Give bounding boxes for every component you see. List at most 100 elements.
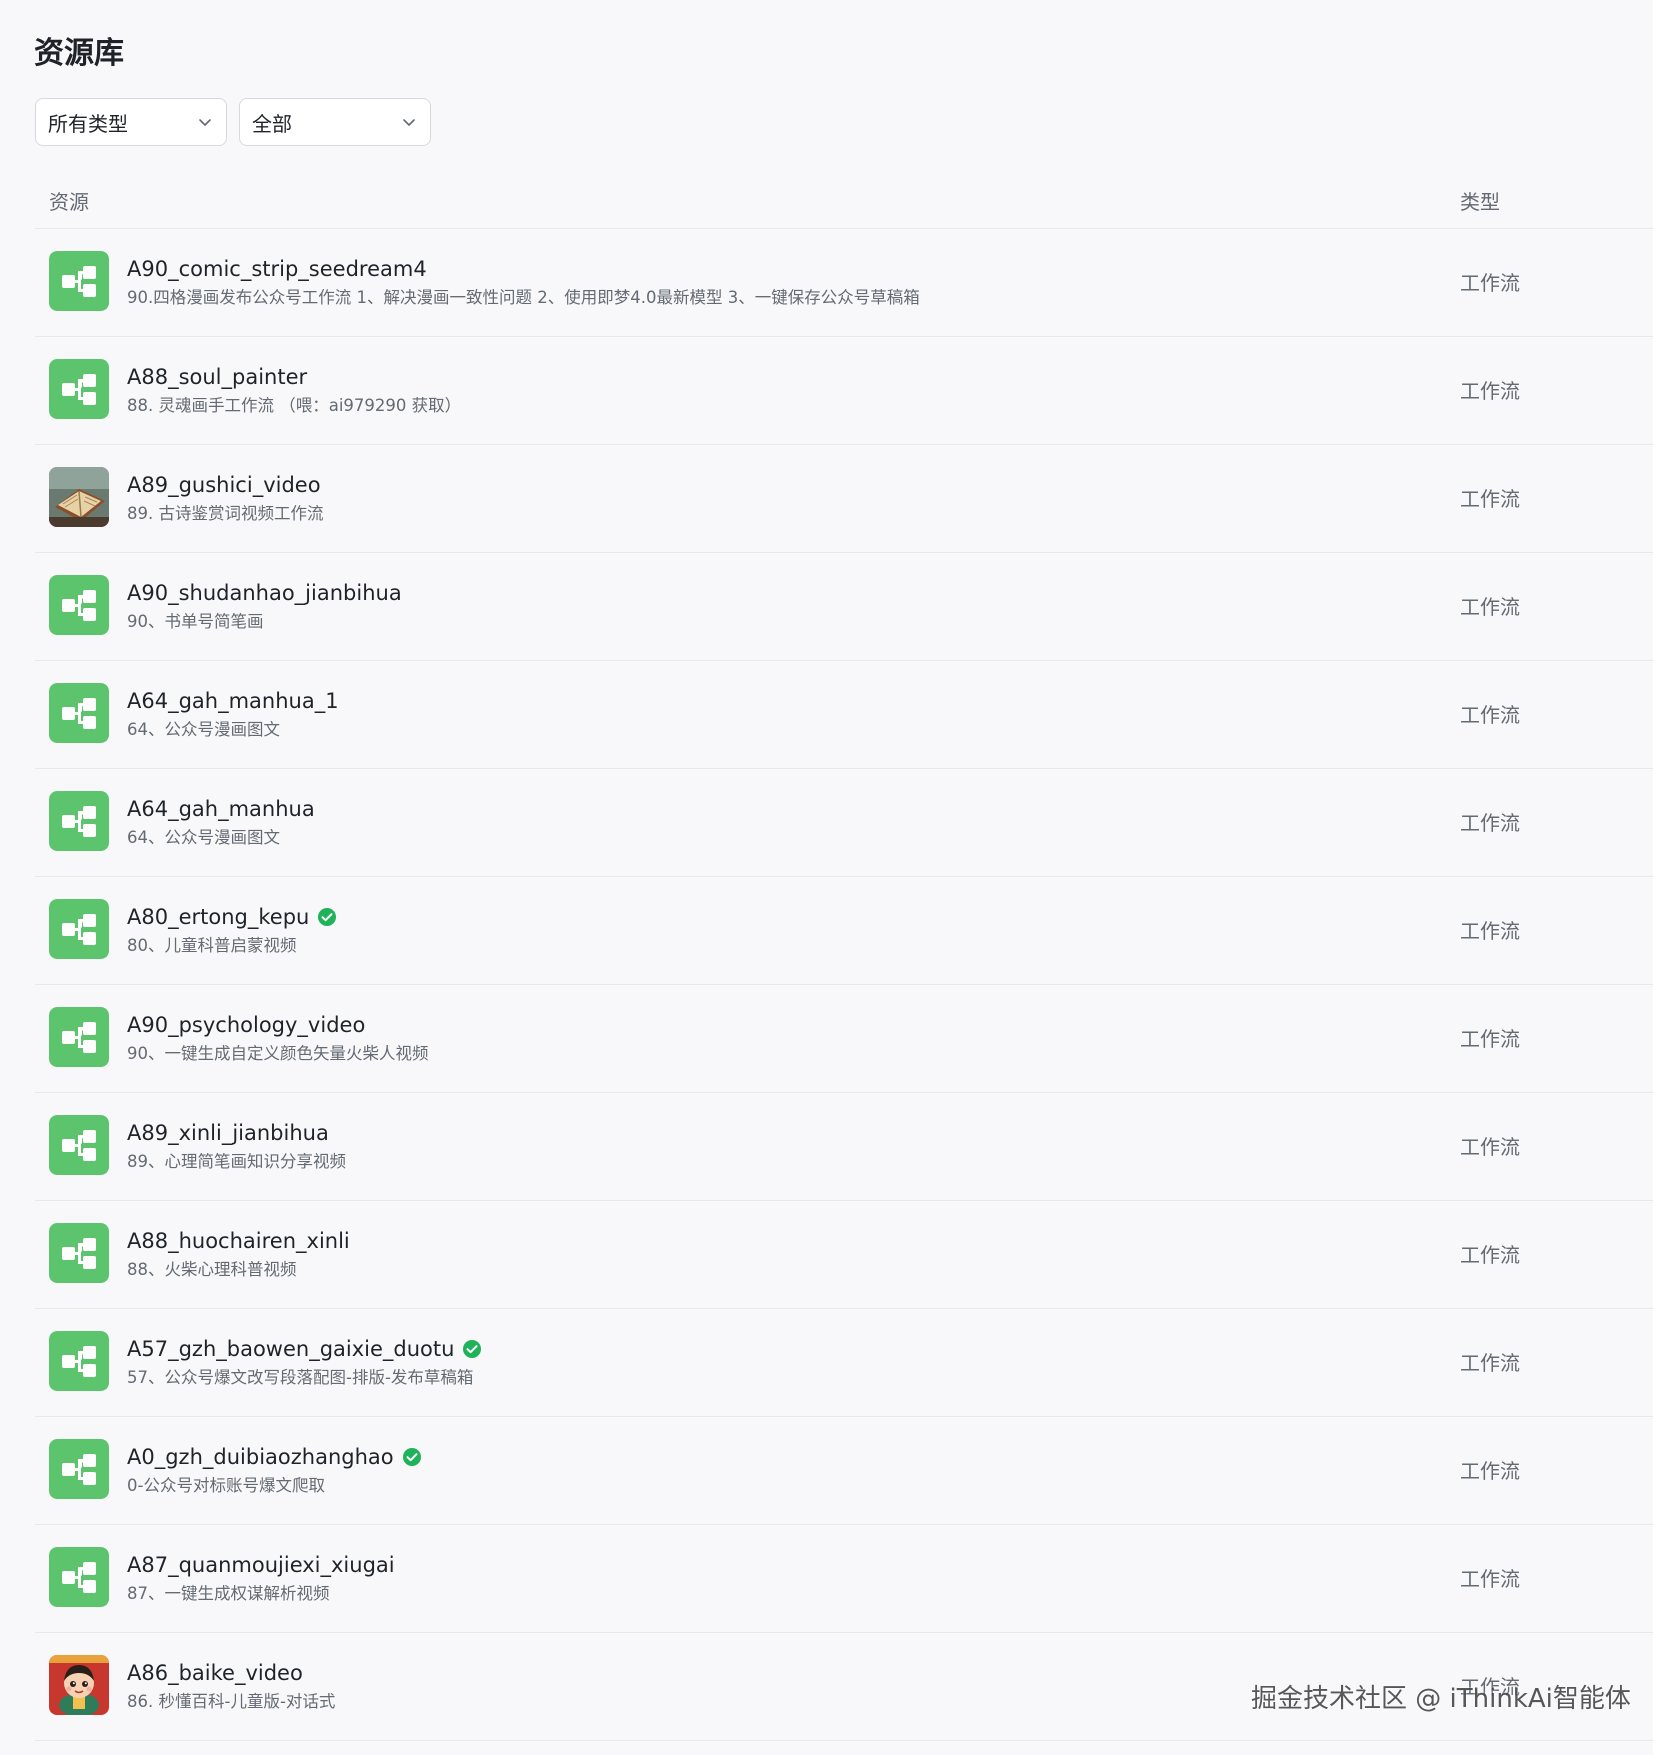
resource-type: 工作流 bbox=[1460, 1567, 1520, 1591]
resource-type: 工作流 bbox=[1460, 703, 1520, 727]
resource-name-line: A88_soul_painter bbox=[127, 363, 1353, 391]
table-header: 资源 类型 bbox=[35, 178, 1653, 229]
resource-name: A87_quanmoujiexi_xiugai bbox=[127, 1553, 395, 1577]
resource-row[interactable]: A64_gah_manhua 64、公众号漫画图文 工作流 bbox=[35, 769, 1653, 877]
workflow-icon bbox=[49, 359, 109, 419]
workflow-icon bbox=[49, 1007, 109, 1067]
resource-text: A80_ertong_kepu 80、儿童科普启蒙视频 bbox=[127, 903, 1353, 958]
resource-type: 工作流 bbox=[1460, 595, 1520, 619]
resource-name-line: A90_psychology_video bbox=[127, 1011, 1353, 1039]
resource-type: 工作流 bbox=[1460, 1459, 1520, 1483]
resource-description: 0-公众号对标账号爆文爬取 bbox=[127, 1476, 325, 1495]
resource-name: A90_comic_strip_seedream4 bbox=[127, 257, 427, 281]
resource-name: A89_xinli_jianbihua bbox=[127, 1121, 329, 1145]
resource-name-line: A86_baike_video bbox=[127, 1659, 1353, 1687]
resource-description: 80、儿童科普启蒙视频 bbox=[127, 936, 297, 955]
resource-name: A88_soul_painter bbox=[127, 365, 308, 389]
resource-type: 工作流 bbox=[1460, 811, 1520, 835]
workflow-icon bbox=[49, 683, 109, 743]
resource-type: 工作流 bbox=[1460, 487, 1520, 511]
resource-description: 90、一键生成自定义颜色矢量火柴人视频 bbox=[127, 1044, 429, 1063]
type-filter-select[interactable]: 所有类型 bbox=[35, 98, 227, 146]
resource-name-line: A87_quanmoujiexi_xiugai bbox=[127, 1551, 1353, 1579]
resource-row[interactable]: A90_comic_strip_seedream4 90.四格漫画发布公众号工作… bbox=[35, 229, 1653, 337]
resource-name-line: A90_shudanhao_jianbihua bbox=[127, 579, 1353, 607]
resource-row[interactable]: A80_ertong_kepu 80、儿童科普启蒙视频 工作流 bbox=[35, 877, 1653, 985]
cartoon-avatar-icon bbox=[49, 1655, 109, 1715]
resource-description: 88、火柴心理科普视频 bbox=[127, 1260, 297, 1279]
resource-text: A90_shudanhao_jianbihua 90、书单号简笔画 bbox=[127, 579, 1353, 634]
chevron-down-icon bbox=[403, 119, 415, 126]
workflow-icon bbox=[49, 1547, 109, 1607]
workflow-icon bbox=[49, 251, 109, 311]
resource-name-line: A0_gzh_duibiaozhanghao bbox=[127, 1443, 1353, 1471]
workflow-icon bbox=[49, 575, 109, 635]
page-title: 资源库 bbox=[34, 36, 124, 71]
resource-name-line: A90_comic_strip_seedream4 bbox=[127, 255, 1353, 283]
resource-type: 工作流 bbox=[1460, 1135, 1520, 1159]
resource-description: 64、公众号漫画图文 bbox=[127, 828, 280, 847]
resource-name-line: A64_gah_manhua bbox=[127, 795, 1353, 823]
workflow-icon bbox=[49, 899, 109, 959]
column-header-resource: 资源 bbox=[49, 190, 89, 214]
verified-check-icon bbox=[318, 908, 337, 926]
book-thumbnail-icon bbox=[49, 467, 109, 527]
resource-name: A90_shudanhao_jianbihua bbox=[127, 581, 402, 605]
resource-text: A86_baike_video 86. 秒懂百科-儿童版-对话式 bbox=[127, 1659, 1353, 1714]
resource-description: 89、心理简笔画知识分享视频 bbox=[127, 1152, 346, 1171]
resource-text: A87_quanmoujiexi_xiugai 87、一键生成权谋解析视频 bbox=[127, 1551, 1353, 1606]
resource-description: 89. 古诗鉴赏词视频工作流 bbox=[127, 504, 324, 523]
resource-description: 57、公众号爆文改写段落配图-排版-发布草稿箱 bbox=[127, 1368, 474, 1387]
resource-name-line: A88_huochairen_xinli bbox=[127, 1227, 1353, 1255]
resource-type: 工作流 bbox=[1460, 271, 1520, 295]
resource-text: A90_comic_strip_seedream4 90.四格漫画发布公众号工作… bbox=[127, 255, 1353, 310]
verified-check-icon bbox=[402, 1448, 421, 1466]
resource-row[interactable]: A57_gzh_baowen_gaixie_duotu 57、公众号爆文改写段落… bbox=[35, 1309, 1653, 1417]
resource-text: A57_gzh_baowen_gaixie_duotu 57、公众号爆文改写段落… bbox=[127, 1335, 1353, 1390]
workflow-icon bbox=[49, 1223, 109, 1283]
resource-name: A57_gzh_baowen_gaixie_duotu bbox=[127, 1337, 455, 1361]
resource-name: A64_gah_manhua bbox=[127, 797, 315, 821]
chevron-down-icon bbox=[199, 119, 211, 126]
resource-description: 87、一键生成权谋解析视频 bbox=[127, 1584, 330, 1603]
resource-row[interactable]: A89_gushici_video 89. 古诗鉴赏词视频工作流 工作流 bbox=[35, 445, 1653, 553]
resource-description: 86. 秒懂百科-儿童版-对话式 bbox=[127, 1692, 336, 1711]
resource-name: A80_ertong_kepu bbox=[127, 905, 310, 929]
resource-description: 64、公众号漫画图文 bbox=[127, 720, 280, 739]
workflow-icon bbox=[49, 791, 109, 851]
resource-text: A0_gzh_duibiaozhanghao 0-公众号对标账号爆文爬取 bbox=[127, 1443, 1353, 1498]
resource-name: A0_gzh_duibiaozhanghao bbox=[127, 1445, 394, 1469]
resource-text: A64_gah_manhua 64、公众号漫画图文 bbox=[127, 795, 1353, 850]
resource-row[interactable]: A90_psychology_video 90、一键生成自定义颜色矢量火柴人视频… bbox=[35, 985, 1653, 1093]
resource-description: 88. 灵魂画手工作流 （喂：ai979290 获取） bbox=[127, 396, 462, 415]
resource-text: A64_gah_manhua_1 64、公众号漫画图文 bbox=[127, 687, 1353, 742]
resource-row[interactable]: A89_xinli_jianbihua 89、心理简笔画知识分享视频 工作流 bbox=[35, 1093, 1653, 1201]
resource-name-line: A80_ertong_kepu bbox=[127, 903, 1353, 931]
type-filter-value: 所有类型 bbox=[48, 111, 128, 136]
resource-row[interactable]: A64_gah_manhua_1 64、公众号漫画图文 工作流 bbox=[35, 661, 1653, 769]
resource-name: A89_gushici_video bbox=[127, 473, 321, 497]
resource-text: A89_xinli_jianbihua 89、心理简笔画知识分享视频 bbox=[127, 1119, 1353, 1174]
resource-type: 工作流 bbox=[1460, 1243, 1520, 1267]
resource-name-line: A64_gah_manhua_1 bbox=[127, 687, 1353, 715]
resource-name-line: A89_xinli_jianbihua bbox=[127, 1119, 1353, 1147]
resource-text: A88_soul_painter 88. 灵魂画手工作流 （喂：ai979290… bbox=[127, 363, 1353, 418]
resource-row[interactable]: A0_gzh_duibiaozhanghao 0-公众号对标账号爆文爬取 工作流 bbox=[35, 1417, 1653, 1525]
resource-row[interactable]: A90_shudanhao_jianbihua 90、书单号简笔画 工作流 bbox=[35, 553, 1653, 661]
column-header-type: 类型 bbox=[1460, 190, 1500, 214]
resource-row[interactable]: A87_quanmoujiexi_xiugai 87、一键生成权谋解析视频 工作… bbox=[35, 1525, 1653, 1633]
resource-row[interactable]: A88_huochairen_xinli 88、火柴心理科普视频 工作流 bbox=[35, 1201, 1653, 1309]
resource-name-line: A57_gzh_baowen_gaixie_duotu bbox=[127, 1335, 1353, 1363]
resource-name: A64_gah_manhua_1 bbox=[127, 689, 339, 713]
filter-bar: 所有类型 全部 bbox=[35, 98, 431, 146]
resource-type: 工作流 bbox=[1460, 379, 1520, 403]
resource-type: 工作流 bbox=[1460, 1027, 1520, 1051]
resource-name: A90_psychology_video bbox=[127, 1013, 366, 1037]
scope-filter-value: 全部 bbox=[252, 111, 292, 136]
resource-row[interactable]: A88_soul_painter 88. 灵魂画手工作流 （喂：ai979290… bbox=[35, 337, 1653, 445]
workflow-icon bbox=[49, 1331, 109, 1391]
workflow-icon bbox=[49, 1115, 109, 1175]
resource-description: 90、书单号简笔画 bbox=[127, 612, 264, 631]
resource-name: A86_baike_video bbox=[127, 1661, 303, 1685]
scope-filter-select[interactable]: 全部 bbox=[239, 98, 431, 146]
